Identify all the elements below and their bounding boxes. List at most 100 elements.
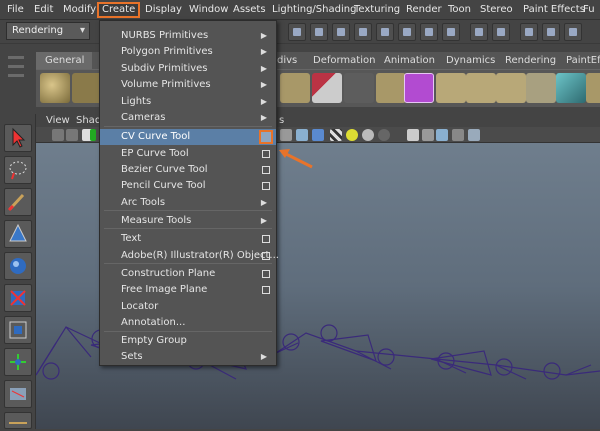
menu-lighting-shading[interactable]: Lighting/Shading [268, 2, 360, 18]
menu-item-ep-curve-tool[interactable]: EP Curve Tool [100, 146, 276, 162]
lasso-tool-icon[interactable] [4, 156, 32, 184]
camera-select-icon[interactable] [52, 129, 64, 141]
menu-item-nurbs-primitives[interactable]: NURBS Primitives ▶ [100, 28, 276, 44]
snap-curve-icon[interactable] [310, 23, 328, 41]
menu-texturing[interactable]: Texturing [350, 2, 404, 18]
menu-item-polygon-primitives[interactable]: Polygon Primitives ▶ [100, 44, 276, 60]
menu-stereo[interactable]: Stereo [476, 2, 517, 18]
shelf-cube-icon[interactable] [72, 73, 102, 103]
last-tool-icon[interactable] [4, 412, 32, 429]
menu-item-annotation[interactable]: Annotation... [100, 315, 276, 331]
shelf-deform-icon[interactable] [312, 73, 342, 103]
texture-icon[interactable] [330, 129, 342, 141]
menu-item-subdiv-primitives[interactable]: Subdiv Primitives ▶ [100, 61, 276, 77]
paint-select-tool-icon[interactable] [4, 188, 32, 216]
input-icon[interactable] [492, 23, 510, 41]
xray-joints-icon[interactable] [436, 129, 448, 141]
shelf-grip-icon[interactable] [6, 50, 26, 100]
xray-icon[interactable] [422, 129, 434, 141]
shadows-icon[interactable] [362, 129, 374, 141]
menu-item-empty-group[interactable]: Empty Group [100, 333, 276, 349]
shelf-purple-cube-icon[interactable] [404, 73, 434, 103]
shelf-bend-icon[interactable] [466, 73, 496, 103]
panel-menu-view[interactable]: View [46, 114, 70, 127]
option-box-icon[interactable] [262, 270, 270, 278]
option-box-icon[interactable] [262, 252, 270, 260]
shelf-flare-icon[interactable] [496, 73, 526, 103]
show-manip-icon[interactable] [4, 380, 32, 408]
snap-grid-icon[interactable] [288, 23, 306, 41]
snap-plane-icon[interactable] [354, 23, 372, 41]
menu-window[interactable]: Window [185, 2, 232, 18]
menu-item-pencil-curve-tool[interactable]: Pencil Curve Tool [100, 178, 276, 194]
snap-point-icon[interactable] [332, 23, 350, 41]
shelf-cluster-icon[interactable] [376, 73, 406, 103]
panel-menu-shading[interactable]: Shad [76, 114, 101, 127]
ao-icon[interactable] [378, 129, 390, 141]
ipr-icon[interactable] [442, 23, 460, 41]
shelf-tab-deformation[interactable]: Deformation [304, 52, 386, 69]
render-icon[interactable] [420, 23, 438, 41]
soft-mod-icon[interactable] [4, 348, 32, 376]
select-tool-icon[interactable] [4, 124, 32, 152]
shelf-tab-general[interactable]: General [36, 52, 95, 69]
shelf-sphere-icon[interactable] [40, 73, 70, 103]
menu-item-volume-primitives[interactable]: Volume Primitives ▶ [100, 77, 276, 93]
menu-item-cameras[interactable]: Cameras ▶ [100, 110, 276, 126]
menu-item-text[interactable]: Text [100, 231, 276, 247]
option-box-icon[interactable] [259, 130, 273, 144]
menu-item-construction-plane[interactable]: Construction Plane [100, 266, 276, 282]
menu-display[interactable]: Display [141, 2, 186, 18]
menu-render[interactable]: Render [402, 2, 446, 18]
lights-icon[interactable] [346, 129, 358, 141]
menu-toon[interactable]: Toon [444, 2, 475, 18]
universal-manip-icon[interactable] [4, 316, 32, 344]
menu-item-arc-tools[interactable]: Arc Tools ▶ [100, 195, 276, 211]
menu-assets[interactable]: Assets [229, 2, 270, 18]
menu-item-measure-tools[interactable]: Measure Tools ▶ [100, 213, 276, 229]
move-tool-icon[interactable] [4, 220, 32, 248]
hud-icon[interactable] [468, 129, 480, 141]
menu-item-free-image-plane[interactable]: Free Image Plane [100, 282, 276, 298]
magnet-curve-icon[interactable] [542, 23, 560, 41]
option-box-icon[interactable] [262, 235, 270, 243]
snap-surface-icon[interactable] [376, 23, 394, 41]
menu-item-locator[interactable]: Locator [100, 299, 276, 315]
magnet-icon[interactable] [520, 23, 538, 41]
option-box-icon[interactable] [262, 286, 270, 294]
lock-icon[interactable] [470, 23, 488, 41]
menu-item-cv-curve-tool[interactable]: CV Curve Tool [100, 129, 276, 145]
shelf-tab-rendering[interactable]: Rendering [496, 52, 567, 69]
menu-create[interactable]: Create [97, 2, 141, 18]
shelf-plane-icon[interactable] [280, 73, 310, 103]
mode-selector[interactable]: Rendering ▾ [6, 22, 90, 40]
image-plane-icon[interactable] [90, 129, 96, 141]
camera-attr-icon[interactable] [66, 129, 78, 141]
menu-item-bezier-curve-tool[interactable]: Bezier Curve Tool [100, 162, 276, 178]
menu-item-lights[interactable]: Lights ▶ [100, 94, 276, 110]
menu-file[interactable]: File [3, 2, 28, 18]
menu-fur[interactable]: Fu [579, 2, 599, 18]
option-box-icon[interactable] [262, 166, 270, 174]
shelf-lattice-icon[interactable] [344, 73, 374, 103]
isolate-select-icon[interactable] [407, 129, 419, 141]
scale-tool-icon[interactable] [4, 284, 32, 312]
menu-edit[interactable]: Edit [30, 2, 57, 18]
shelf-tab-painteffects[interactable]: PaintEff [557, 52, 600, 69]
xray-active-icon[interactable] [452, 129, 464, 141]
shelf-twist-icon[interactable] [526, 73, 556, 103]
submenu-arrow-icon: ▶ [260, 47, 267, 56]
rotate-tool-icon[interactable] [4, 252, 32, 280]
panel-menu-panels[interactable]: s [279, 114, 284, 127]
menu-item-sets[interactable]: Sets ▶ [100, 349, 276, 365]
shelf-squash-icon[interactable] [586, 73, 600, 103]
shelf-wave-icon[interactable] [436, 73, 466, 103]
shelf-tab-animation[interactable]: Animation [375, 52, 445, 69]
menu-modify[interactable]: Modify [59, 2, 100, 18]
option-box-icon[interactable] [262, 182, 270, 190]
history-icon[interactable] [398, 23, 416, 41]
menu-item-illustrator-object[interactable]: Adobe(R) Illustrator(R) Object... [100, 248, 279, 264]
option-box-icon[interactable] [262, 150, 270, 158]
shelf-sine-icon[interactable] [556, 73, 586, 103]
magnet-point-icon[interactable] [564, 23, 582, 41]
